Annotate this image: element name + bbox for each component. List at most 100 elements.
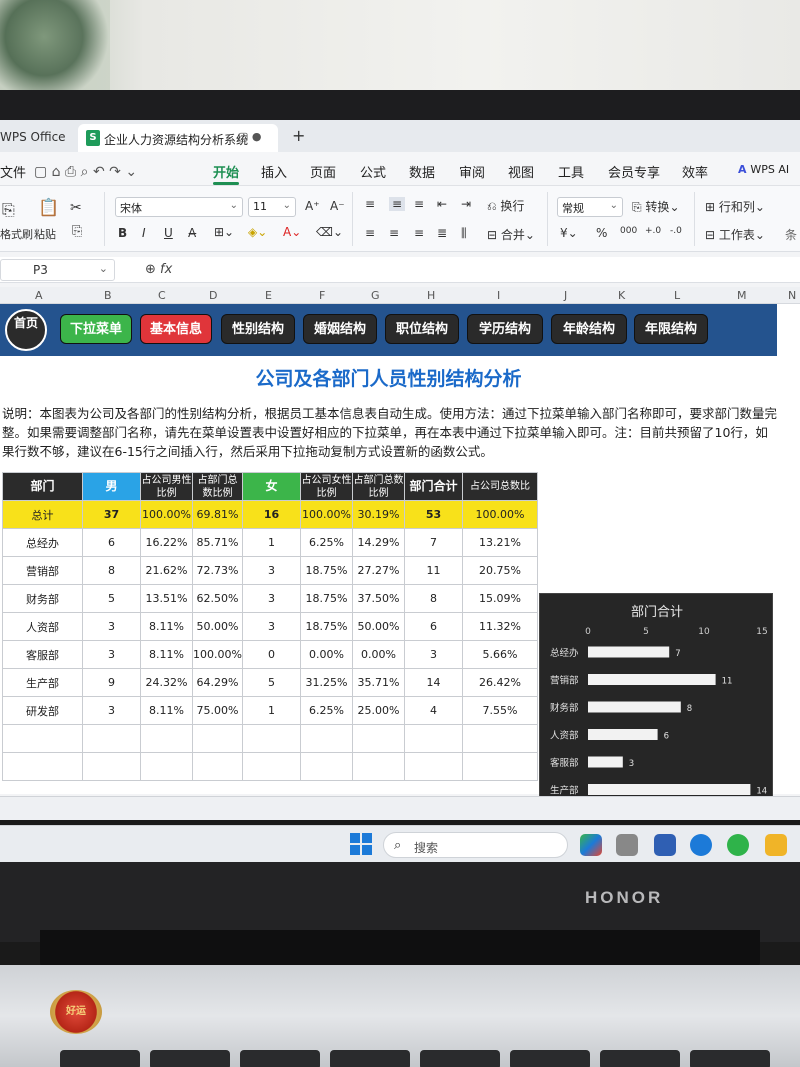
table-cell[interactable]: 30.19% <box>352 500 405 529</box>
table-cell[interactable]: 0.00% <box>352 640 405 669</box>
header-female-company-ratio[interactable]: 占公司女性比例 <box>300 472 353 501</box>
table-cell[interactable] <box>192 752 243 781</box>
table-cell[interactable]: 3 <box>404 640 463 669</box>
table-cell[interactable] <box>462 752 538 781</box>
conditional-format-button[interactable]: 条 <box>785 226 797 243</box>
table-cell[interactable]: 5 <box>242 668 301 697</box>
table-cell[interactable]: 53 <box>404 500 463 529</box>
table-cell[interactable] <box>352 752 405 781</box>
indent-decrease-icon[interactable]: ⇤ <box>437 197 447 211</box>
menu-efficiency[interactable]: 效率 <box>682 162 708 181</box>
format-painter-label[interactable]: 格式刷 <box>0 226 33 242</box>
table-cell[interactable]: 14.29% <box>352 528 405 557</box>
header-male-company-ratio[interactable]: 占公司男性比例 <box>140 472 193 501</box>
header-dept[interactable]: 部门 <box>2 472 83 501</box>
justify-icon[interactable]: ≣ <box>437 226 447 240</box>
table-cell[interactable]: 总计 <box>2 500 83 529</box>
bold-icon[interactable]: B <box>118 226 127 240</box>
new-tab-button[interactable]: + <box>292 126 305 145</box>
table-cell[interactable]: 26.42% <box>462 668 538 697</box>
task-view-icon[interactable] <box>616 834 638 856</box>
format-painter-icon[interactable]: ⎘ <box>2 200 15 220</box>
home-button[interactable]: 首页 <box>5 309 47 351</box>
table-cell[interactable]: 8.11% <box>140 696 193 725</box>
table-cell[interactable] <box>462 724 538 753</box>
quick-access-icons[interactable]: ▢ ⌂ ⎙ ⌕ ↶ ↷ ⌄ <box>34 164 137 180</box>
header-female[interactable]: 女 <box>242 472 301 501</box>
table-cell[interactable]: 3 <box>242 612 301 641</box>
currency-icon[interactable]: ¥⌄ <box>560 226 578 240</box>
wrap-text-button[interactable]: ⎌ 换行 <box>487 197 524 214</box>
table-cell[interactable]: 8.11% <box>140 612 193 641</box>
table-cell[interactable]: 37 <box>82 500 141 529</box>
teams-icon[interactable] <box>654 834 676 856</box>
number-format-select[interactable]: 常规 ⌄ <box>557 197 623 217</box>
paste-label[interactable]: 粘贴 <box>34 226 56 242</box>
table-cell[interactable]: 8 <box>82 556 141 585</box>
table-cell[interactable]: 85.71% <box>192 528 243 557</box>
document-tab[interactable]: S 企业人力资源结构分析系统 ▢ ● <box>78 124 278 152</box>
table-cell[interactable]: 21.62% <box>140 556 193 585</box>
table-cell[interactable]: 11 <box>404 556 463 585</box>
table-cell[interactable]: 72.73% <box>192 556 243 585</box>
table-cell[interactable]: 64.29% <box>192 668 243 697</box>
table-cell[interactable]: 3 <box>82 640 141 669</box>
table-cell[interactable]: 6 <box>82 528 141 557</box>
font-name-select[interactable]: 宋体 ⌄ <box>115 197 243 217</box>
distribute-icon[interactable]: ⫼ <box>461 226 467 241</box>
table-cell[interactable]: 人资部 <box>2 612 83 641</box>
table-cell[interactable]: 100.00% <box>462 500 538 529</box>
table-cell[interactable]: 5.66% <box>462 640 538 669</box>
align-left-icon[interactable]: ≡ <box>365 226 375 240</box>
column-header[interactable]: M <box>737 289 747 302</box>
table-cell[interactable]: 15.09% <box>462 584 538 613</box>
table-cell[interactable]: 100.00% <box>192 640 243 669</box>
table-cell[interactable]: 0 <box>242 640 301 669</box>
table-cell[interactable]: 9 <box>82 668 141 697</box>
table-cell[interactable]: 35.71% <box>352 668 405 697</box>
table-cell[interactable]: 16 <box>242 500 301 529</box>
menu-page[interactable]: 页面 <box>310 162 336 181</box>
wps-ai-button[interactable]: A WPS AI <box>738 163 789 176</box>
table-cell[interactable]: 27.27% <box>352 556 405 585</box>
header-company-ratio[interactable]: 占公司总数比 <box>462 472 538 501</box>
menu-review[interactable]: 审阅 <box>459 162 485 181</box>
wechat-icon[interactable] <box>727 834 749 856</box>
strikethrough-icon[interactable]: A̶ <box>188 226 196 240</box>
column-header[interactable]: A <box>35 289 43 302</box>
table-cell[interactable]: 100.00% <box>300 500 353 529</box>
formula-controls[interactable]: ⊕ fx <box>145 262 172 277</box>
table-cell[interactable]: 16.22% <box>140 528 193 557</box>
align-top-icon[interactable]: ≡ <box>365 197 375 211</box>
column-header[interactable]: K <box>618 289 625 302</box>
nav-basic-info[interactable]: 基本信息 <box>140 314 212 344</box>
convert-button[interactable]: ⎘ 转换⌄ <box>632 198 680 215</box>
table-cell[interactable]: 1 <box>242 528 301 557</box>
table-cell[interactable]: 69.81% <box>192 500 243 529</box>
table-cell[interactable]: 8.11% <box>140 640 193 669</box>
table-cell[interactable]: 6.25% <box>300 528 353 557</box>
table-cell[interactable]: 5 <box>82 584 141 613</box>
align-center-icon[interactable]: ≡ <box>389 226 399 240</box>
table-cell[interactable]: 3 <box>82 612 141 641</box>
table-cell[interactable]: 财务部 <box>2 584 83 613</box>
indent-increase-icon[interactable]: ⇥ <box>461 197 471 211</box>
table-cell[interactable]: 3 <box>242 584 301 613</box>
menu-data[interactable]: 数据 <box>409 162 435 181</box>
decrease-font-icon[interactable]: A⁻ <box>330 199 345 213</box>
header-dept-total[interactable]: 部门合计 <box>404 472 463 501</box>
increase-decimal-icon[interactable]: +.0 <box>645 226 661 236</box>
column-header[interactable]: N <box>788 289 796 302</box>
table-cell[interactable]: 6.25% <box>300 696 353 725</box>
table-cell[interactable]: 18.75% <box>300 612 353 641</box>
table-cell[interactable]: 14 <box>404 668 463 697</box>
font-color-icon[interactable]: A⌄ <box>283 225 301 239</box>
align-middle-icon[interactable]: ≡ <box>389 197 406 211</box>
name-box[interactable]: P3 ⌄ <box>0 259 115 281</box>
table-cell[interactable] <box>140 724 193 753</box>
nav-gender-structure[interactable]: 性别结构 <box>221 314 295 344</box>
menu-tools[interactable]: 工具 <box>558 162 584 181</box>
column-header[interactable]: I <box>497 289 500 302</box>
table-cell[interactable]: 7 <box>404 528 463 557</box>
table-cell[interactable]: 37.50% <box>352 584 405 613</box>
